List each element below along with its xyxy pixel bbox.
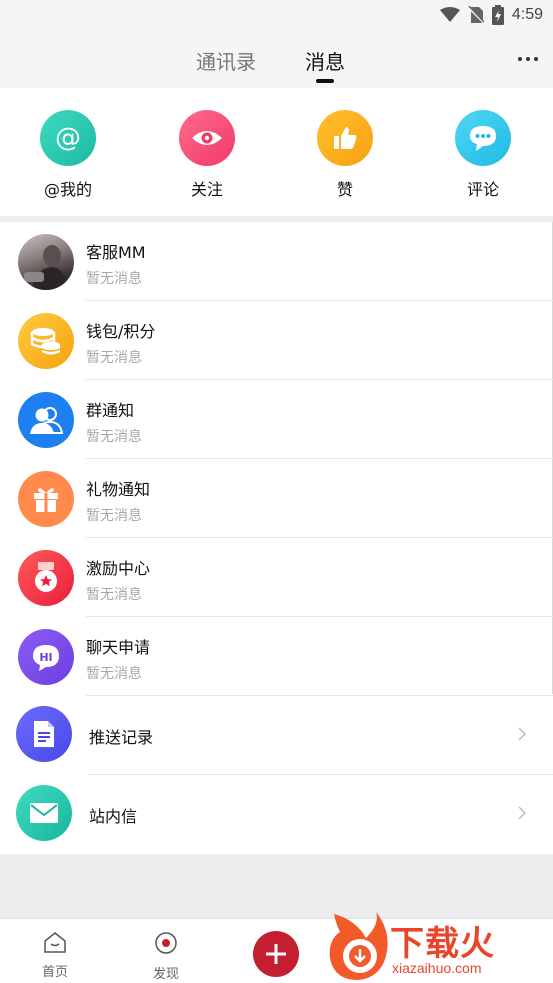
quick-action-follow[interactable]: 关注 (162, 110, 252, 200)
add-post-button[interactable] (253, 931, 299, 977)
quick-action-label: 评论 (466, 180, 499, 199)
service-avatar (18, 234, 74, 290)
group-icon (18, 392, 74, 448)
message-row-gift[interactable]: 礼物通知 暂无消息 (0, 459, 553, 538)
message-preview: 暂无消息 (86, 271, 142, 287)
more-dot-icon (534, 57, 538, 61)
svg-text:@: @ (55, 123, 81, 153)
medal-icon (18, 550, 74, 606)
quick-actions-bar: @ @我的 关注 赞 评论 (0, 88, 553, 216)
discover-icon (155, 932, 177, 954)
nav-label: 发现 (152, 967, 179, 982)
header: 通讯录 消息 (0, 32, 553, 88)
message-title: 礼物通知 (86, 480, 151, 499)
status-time: 4:59 (511, 6, 543, 23)
message-title: 聊天申请 (86, 638, 151, 657)
active-tab-indicator (316, 79, 334, 83)
watermark-text: 下载火 (390, 924, 495, 964)
inbox-row[interactable]: 站内信 (0, 775, 553, 854)
push-records-row[interactable]: 推送记录 (0, 696, 553, 775)
message-preview: 暂无消息 (86, 350, 142, 366)
message-row-wallet[interactable]: 钱包/积分 暂无消息 (0, 301, 553, 380)
gift-icon (18, 471, 74, 527)
tab-contacts[interactable]: 通讯录 (196, 46, 256, 75)
nav-label: 首页 (41, 965, 68, 980)
quick-action-label: 关注 (190, 180, 223, 199)
message-preview: 暂无消息 (86, 666, 142, 682)
message-preview: 暂无消息 (86, 508, 142, 524)
quick-action-label: @我的 (43, 180, 92, 199)
message-title: 钱包/积分 (86, 322, 156, 341)
battery-charging-icon (491, 5, 504, 25)
message-row-chat-request[interactable]: HI 聊天申请 暂无消息 (0, 617, 553, 696)
message-preview: 暂无消息 (86, 429, 142, 445)
quick-action-label: 赞 (336, 180, 353, 199)
screen: 4:59 通讯录 消息 @ @我的 关注 赞 评论 客服MM 暂无消息 钱包/积… (0, 0, 553, 983)
status-bar: 4:59 (0, 0, 553, 32)
message-title: 客服MM (86, 243, 146, 262)
eye-icon (179, 110, 235, 166)
message-row-reward-center[interactable]: 激励中心 暂无消息 (0, 538, 553, 617)
nav-discover[interactable]: 发现 (136, 931, 196, 982)
quick-action-likes[interactable]: 赞 (300, 110, 390, 200)
message-title: 激励中心 (86, 559, 151, 578)
hi-chat-icon: HI (18, 629, 74, 685)
no-sim-icon (467, 6, 484, 24)
plus-icon (266, 944, 286, 964)
chevron-right-icon (518, 727, 527, 741)
coins-icon (18, 313, 74, 369)
envelope-icon (16, 785, 72, 841)
row-title: 站内信 (89, 807, 138, 826)
message-row-customer-service[interactable]: 客服MM 暂无消息 (0, 222, 553, 301)
document-icon (16, 706, 72, 762)
watermark-url: xiazaihuo.com (392, 960, 482, 976)
more-options-button[interactable] (515, 46, 541, 72)
comment-icon (455, 110, 511, 166)
at-icon: @ (40, 110, 96, 166)
quick-action-comments[interactable]: 评论 (438, 110, 528, 200)
watermark: 下载火 xiazaihuo.com (326, 908, 553, 983)
message-row-group[interactable]: 群通知 暂无消息 (0, 380, 553, 459)
message-title: 群通知 (86, 401, 135, 420)
flame-logo-icon (329, 912, 388, 980)
chevron-right-icon (518, 806, 527, 820)
thumbs-up-icon (317, 110, 373, 166)
status-icons: 4:59 (439, 4, 543, 26)
row-title: 推送记录 (89, 728, 154, 747)
more-dot-icon (526, 57, 530, 61)
nav-home[interactable]: 首页 (25, 931, 85, 980)
svg-text:HI: HI (39, 651, 52, 664)
tab-messages[interactable]: 消息 (305, 46, 345, 75)
quick-action-mentions[interactable]: @ @我的 (23, 110, 113, 200)
wifi-icon (439, 7, 460, 22)
message-preview: 暂无消息 (86, 587, 142, 603)
home-icon (44, 932, 66, 953)
more-dot-icon (518, 57, 522, 61)
message-list: 客服MM 暂无消息 钱包/积分 暂无消息 群通知 暂无消息 礼物通知 暂无消息 … (0, 222, 553, 854)
